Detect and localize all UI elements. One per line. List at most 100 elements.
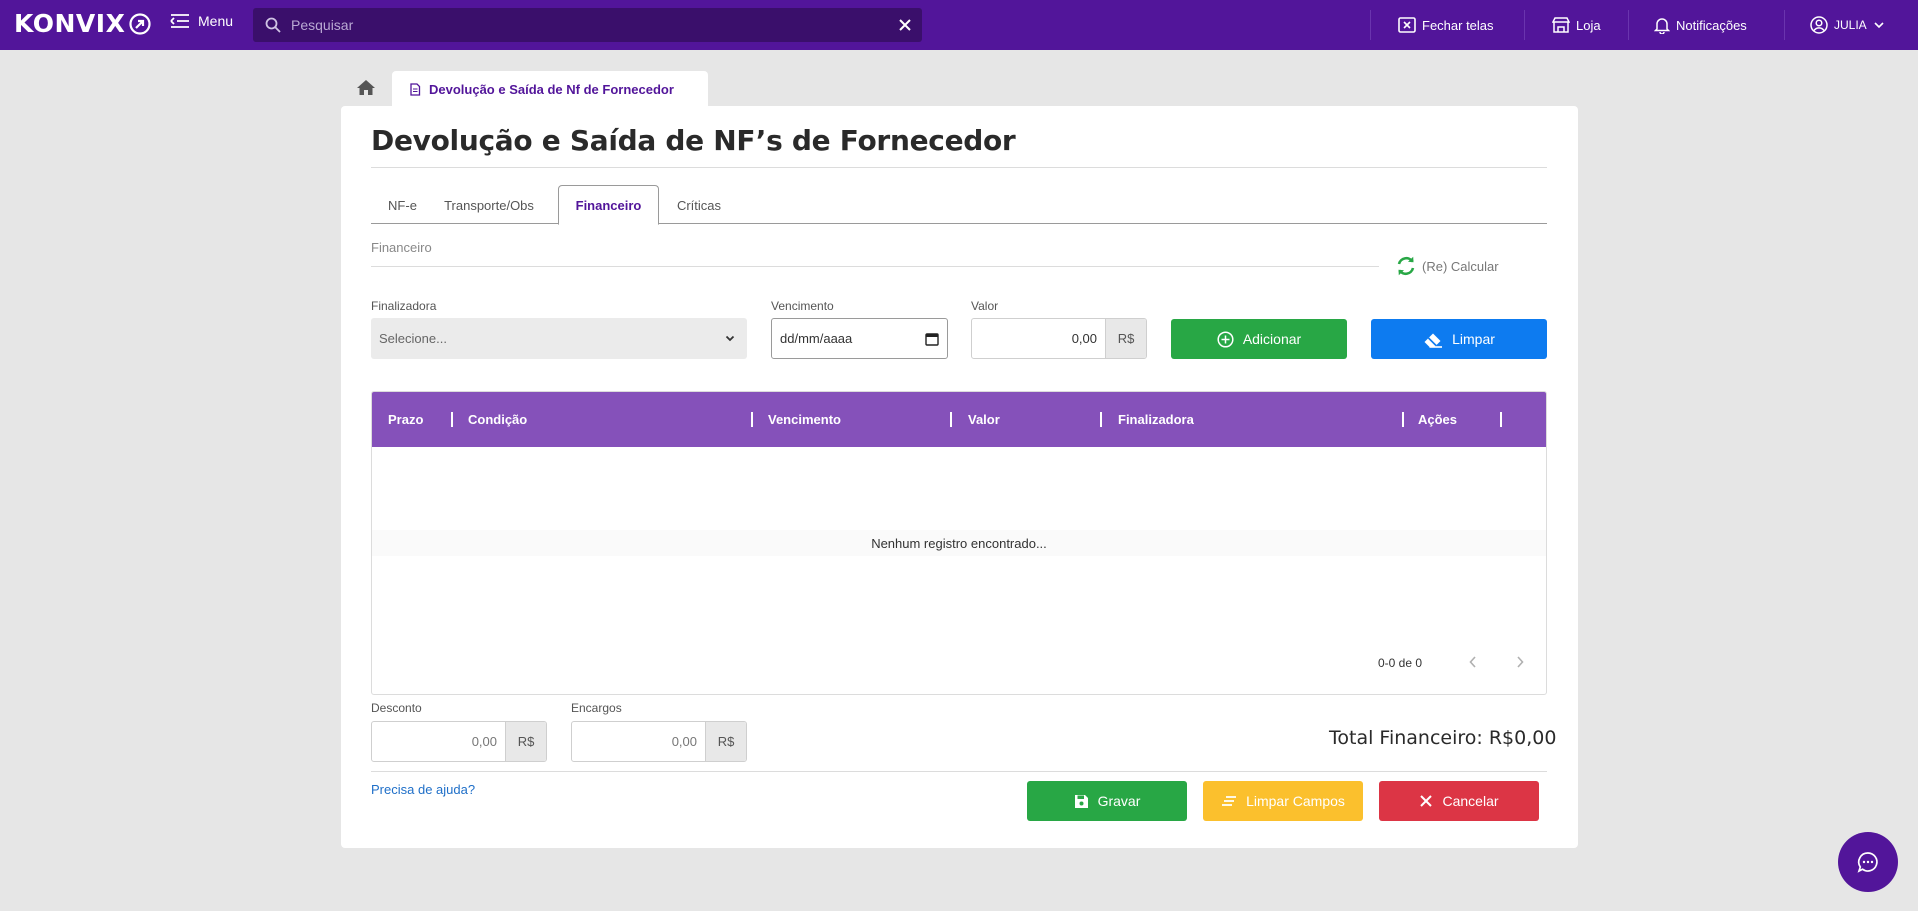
desconto-value: 0,00 <box>471 734 497 749</box>
chat-button[interactable] <box>1838 832 1898 892</box>
vencimento-value: dd/mm/aaaa <box>780 331 853 346</box>
column-divider[interactable] <box>451 412 453 427</box>
store-icon <box>1552 17 1570 33</box>
divider <box>1524 10 1525 40</box>
chevron-down-icon <box>1874 22 1884 29</box>
add-label: Adicionar <box>1242 331 1302 347</box>
breadcrumb-tab[interactable]: Devolução e Saída de Nf de Fornecedor <box>392 71 708 107</box>
valor-input[interactable]: 0,00 R$ <box>971 318 1147 359</box>
chat-icon <box>1857 852 1878 873</box>
encargos-input[interactable]: 0,00 R$ <box>571 721 747 762</box>
save-label: Gravar <box>1097 793 1141 809</box>
column-divider[interactable] <box>1100 412 1102 427</box>
column-header-vencimento[interactable]: Vencimento <box>768 392 841 447</box>
column-header-prazo[interactable]: Prazo <box>388 392 423 447</box>
cancel-button[interactable]: Cancelar <box>1379 781 1539 821</box>
logo-text: KONVIX <box>14 9 126 38</box>
bell-icon <box>1654 17 1670 34</box>
chevron-down-icon <box>725 335 735 342</box>
user-avatar-icon <box>1810 16 1828 34</box>
finalizadora-value: Selecione... <box>379 331 447 346</box>
recalculate-label: (Re) Calcular <box>1422 258 1499 274</box>
search-input[interactable] <box>291 17 898 33</box>
clear-search-icon[interactable] <box>898 18 912 32</box>
tab-transporte[interactable]: Transporte/Obs <box>434 186 544 224</box>
page-title: Devolução e Saída de NF’s de Fornecedor <box>371 124 1016 157</box>
valor-value: 0,00 <box>1071 331 1097 346</box>
menu-button[interactable]: Menu <box>170 13 233 29</box>
calendar-icon <box>925 332 939 346</box>
eraser-icon <box>1424 333 1443 348</box>
column-divider[interactable] <box>950 412 952 427</box>
finalizadora-select[interactable]: Selecione... <box>371 318 747 359</box>
store-label: Loja <box>1576 17 1601 33</box>
vencimento-label: Vencimento <box>771 299 834 313</box>
close-screens-button[interactable]: Fechar telas <box>1398 0 1494 50</box>
desconto-input[interactable]: 0,00 R$ <box>371 721 547 762</box>
logo[interactable]: KONVIX <box>14 9 151 38</box>
column-divider[interactable] <box>1402 412 1404 427</box>
currency-addon: R$ <box>505 722 546 761</box>
save-button[interactable]: Gravar <box>1027 781 1187 821</box>
logo-arrow-icon <box>129 12 151 35</box>
refresh-icon <box>1397 256 1415 276</box>
close-icon <box>1420 795 1433 807</box>
tab-financeiro[interactable]: Financeiro <box>558 185 659 225</box>
column-header-valor[interactable]: Valor <box>968 392 1000 447</box>
column-header-acoes[interactable]: Ações <box>1418 392 1457 447</box>
section-title: Financeiro <box>371 240 432 255</box>
tab-criticas[interactable]: Críticas <box>659 186 739 224</box>
pagination-info: 0-0 de 0 <box>1378 656 1423 670</box>
add-button[interactable]: Adicionar <box>1171 319 1347 359</box>
notifications-button[interactable]: Notificações <box>1654 0 1747 50</box>
home-icon <box>357 80 375 95</box>
close-screens-label: Fechar telas <box>1422 17 1494 33</box>
main-card: Devolução e Saída de NF’s de Fornecedor … <box>341 106 1578 848</box>
divider <box>1784 10 1785 40</box>
column-divider[interactable] <box>1500 412 1502 427</box>
top-bar: KONVIX Menu Fechar telas Loja Notificaçõ… <box>0 0 1918 50</box>
desconto-label: Desconto <box>371 701 422 715</box>
tab-nfe[interactable]: NF-e <box>371 186 434 224</box>
vencimento-date-input[interactable]: dd/mm/aaaa <box>771 318 948 359</box>
recalculate-button[interactable]: (Re) Calcular <box>1395 255 1499 277</box>
clear-lines-icon <box>1222 796 1237 806</box>
column-divider[interactable] <box>751 412 753 427</box>
help-link[interactable]: Precisa de ajuda? <box>371 782 475 797</box>
finance-table: Prazo Condição Vencimento Valor Finaliza… <box>371 391 1547 695</box>
menu-label: Menu <box>198 13 234 29</box>
currency-addon: R$ <box>1105 319 1146 358</box>
close-window-icon <box>1398 17 1416 33</box>
search-icon <box>265 17 281 33</box>
divider <box>1628 10 1629 40</box>
currency-addon: R$ <box>705 722 746 761</box>
tab-bar: NF-e Transporte/Obs Financeiro Críticas <box>371 180 1547 225</box>
store-button[interactable]: Loja <box>1552 0 1601 50</box>
clear-fields-button[interactable]: Limpar Campos <box>1203 781 1363 821</box>
plus-circle-icon <box>1217 330 1234 348</box>
notifications-label: Notificações <box>1676 17 1747 33</box>
clear-fields-label: Limpar Campos <box>1246 793 1345 809</box>
total-financeiro: Total Financeiro: R$0,00 <box>1329 727 1557 749</box>
divider <box>1370 10 1371 40</box>
finalizadora-label: Finalizadora <box>371 299 437 313</box>
valor-label: Valor <box>971 299 999 313</box>
user-menu-button[interactable]: JULIA <box>1810 0 1891 50</box>
home-button[interactable] <box>356 79 376 96</box>
divider <box>371 167 1547 168</box>
user-label: JULIA <box>1834 18 1867 32</box>
column-header-condicao[interactable]: Condição <box>468 392 527 447</box>
clear-button[interactable]: Limpar <box>1371 319 1547 359</box>
previous-page-icon[interactable] <box>1468 655 1478 669</box>
breadcrumb-label: Devolução e Saída de Nf de Fornecedor <box>429 81 674 97</box>
cancel-label: Cancelar <box>1442 793 1499 809</box>
next-page-icon[interactable] <box>1515 655 1525 669</box>
clear-label: Limpar <box>1452 331 1495 347</box>
save-icon <box>1074 794 1088 808</box>
divider <box>371 266 1379 267</box>
table-header: Prazo Condição Vencimento Valor Finaliza… <box>372 392 1546 447</box>
search-bar <box>253 8 922 42</box>
encargos-label: Encargos <box>571 701 622 715</box>
column-header-finalizadora[interactable]: Finalizadora <box>1118 392 1194 447</box>
menu-icon <box>170 14 189 28</box>
